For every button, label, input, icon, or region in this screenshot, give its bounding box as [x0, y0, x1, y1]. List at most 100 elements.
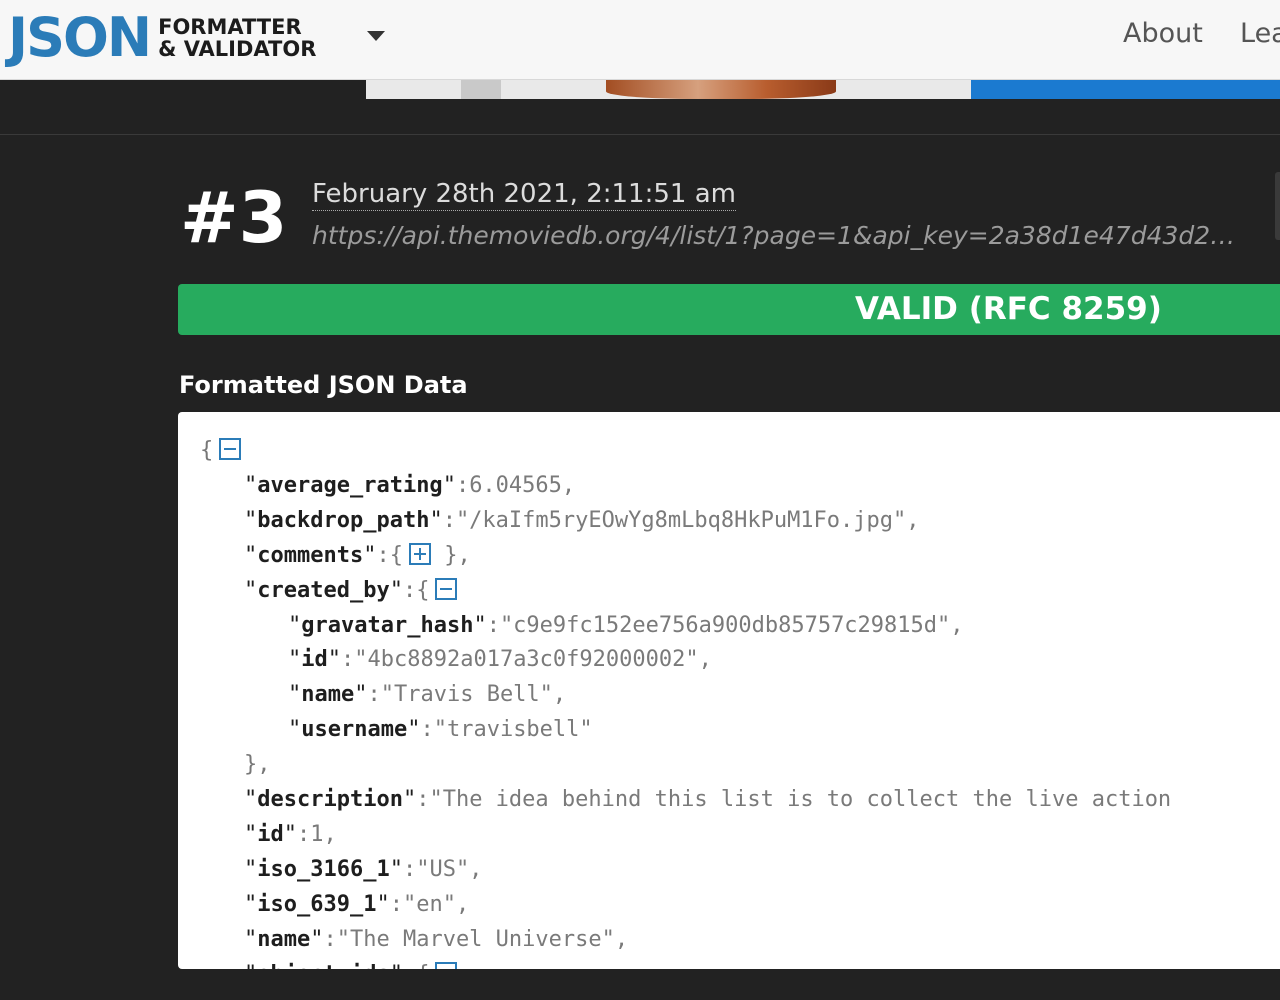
json-line: "iso_639_1":"en", [244, 888, 469, 922]
json-line: "username":"travisbell" [288, 713, 593, 747]
json-key: name [257, 926, 311, 952]
json-line: "name":"Travis Bell", [288, 678, 566, 712]
json-line: { [200, 434, 242, 468]
json-quote: " [244, 821, 258, 847]
chevron-down-icon[interactable] [367, 31, 385, 41]
json-colon: : [455, 472, 470, 498]
json-quote: " [244, 472, 258, 498]
json-value: 1, [310, 821, 337, 847]
json-colon: : [442, 507, 456, 533]
json-quote: " [244, 962, 257, 970]
json-colon: : [416, 787, 430, 812]
json-colon: : [403, 962, 416, 970]
json-line: "iso_3166_1":"US", [244, 853, 482, 887]
json-key: average_rating [257, 472, 443, 498]
json-key: id [301, 647, 328, 673]
json-value: "/kaIfm5ryEOwYg8mLbq8HkPuM1Fo.jpg", [455, 507, 920, 533]
scroll-edge [1275, 172, 1280, 240]
json-line: "gravatar_hash":"c9e9fc152ee756a900db857… [288, 609, 964, 643]
collapse-minus-icon[interactable] [219, 438, 242, 460]
banner-image[interactable] [366, 80, 1280, 99]
json-colon: : [389, 891, 403, 917]
json-value: "c9e9fc152ee756a900db85757c29815d", [499, 612, 964, 638]
validation-status-text: VALID (RFC 8259) [855, 291, 1162, 327]
banner-photo-person [606, 80, 836, 99]
json-key: description [257, 787, 403, 812]
json-quote: " [288, 612, 302, 638]
logo-subtitle-line1: FORMATTER [158, 15, 302, 39]
json-colon: : [367, 682, 381, 708]
logo-subtitle-line2: & VALIDATOR [158, 37, 317, 61]
json-key: iso_639_1 [257, 891, 377, 917]
json-quote: " [310, 926, 324, 952]
json-colon: : [402, 577, 417, 603]
json-value: "US", [416, 856, 483, 882]
json-value: { [416, 962, 429, 970]
json-key: backdrop_path [257, 507, 430, 533]
json-quote: " [288, 647, 302, 673]
json-line: "object_ids":{ [244, 958, 458, 970]
json-value: "4bc8892a017a3c0f92000002", [354, 647, 712, 673]
json-quote: " [244, 891, 258, 917]
formatted-json-panel[interactable]: {"average_rating":6.04565, "backdrop_path… [178, 412, 1280, 969]
json-brace: { [200, 438, 214, 463]
json-brace: }, [430, 542, 471, 568]
nav-learn-link[interactable]: Lea [1240, 18, 1280, 54]
banner-photo-shade [461, 80, 501, 99]
json-quote: " [473, 612, 487, 638]
json-colon: : [486, 612, 500, 638]
json-quote: " [429, 507, 443, 533]
json-line: }, [244, 748, 271, 782]
json-quote: " [327, 647, 341, 673]
section-title: Formatted JSON Data [179, 371, 468, 399]
json-key: name [301, 682, 355, 708]
nav-about-link[interactable]: About [1123, 18, 1203, 54]
json-colon: : [323, 926, 337, 952]
site-header: JSON FORMATTER & VALIDATOR About Lea [0, 0, 1280, 80]
json-quote: " [244, 856, 258, 882]
json-quote: " [244, 542, 258, 568]
json-colon: : [376, 542, 390, 568]
json-key: id [257, 821, 284, 847]
result-timestamp: February 28th 2021, 2:11:51 am [312, 179, 736, 211]
json-value: { [416, 577, 430, 603]
json-value: "travisbell" [433, 717, 593, 743]
json-quote: " [363, 542, 377, 568]
json-value: { [389, 542, 403, 568]
json-key: created_by [257, 577, 390, 603]
collapse-minus-icon[interactable] [435, 961, 458, 969]
json-line: "id":1, [244, 818, 337, 852]
json-line: "created_by":{ [244, 574, 458, 608]
json-quote: " [402, 787, 417, 812]
site-logo[interactable]: JSON FORMATTER & VALIDATOR [8, 8, 316, 68]
json-quote: " [288, 717, 302, 743]
json-colon: : [341, 647, 355, 673]
json-quote: " [244, 577, 258, 603]
json-quote: " [442, 472, 456, 498]
json-quote: " [244, 787, 258, 812]
json-line: "name":"The Marvel Universe", [244, 923, 628, 957]
result-source-url[interactable]: https://api.themoviedb.org/4/list/1?page… [312, 220, 1242, 252]
json-quote: " [389, 577, 403, 603]
json-key: gravatar_hash [301, 612, 474, 638]
json-quote: " [390, 962, 403, 970]
json-line: "id":"4bc8892a017a3c0f92000002", [288, 643, 712, 677]
expand-plus-icon[interactable] [408, 542, 431, 565]
json-quote: " [354, 682, 368, 708]
json-line: "comments":{ }, [244, 539, 471, 573]
json-value: "en", [402, 891, 470, 917]
json-key: object_ids [257, 962, 389, 970]
json-colon: : [297, 821, 311, 847]
json-value: "The Marvel Universe", [336, 926, 629, 952]
collapse-minus-icon[interactable] [435, 577, 458, 600]
banner-photo-blue-panel [971, 80, 1280, 99]
json-colon: : [420, 717, 434, 743]
json-key: username [301, 717, 408, 743]
json-key: comments [257, 542, 364, 568]
json-line: "backdrop_path":"/kaIfm5ryEOwYg8mLbq8HkP… [244, 504, 920, 538]
json-quote: " [283, 821, 297, 847]
result-number: #3 [180, 177, 288, 259]
json-line: "average_rating":6.04565, [244, 469, 575, 503]
json-brace: }, [244, 752, 271, 778]
json-colon: : [402, 856, 417, 882]
